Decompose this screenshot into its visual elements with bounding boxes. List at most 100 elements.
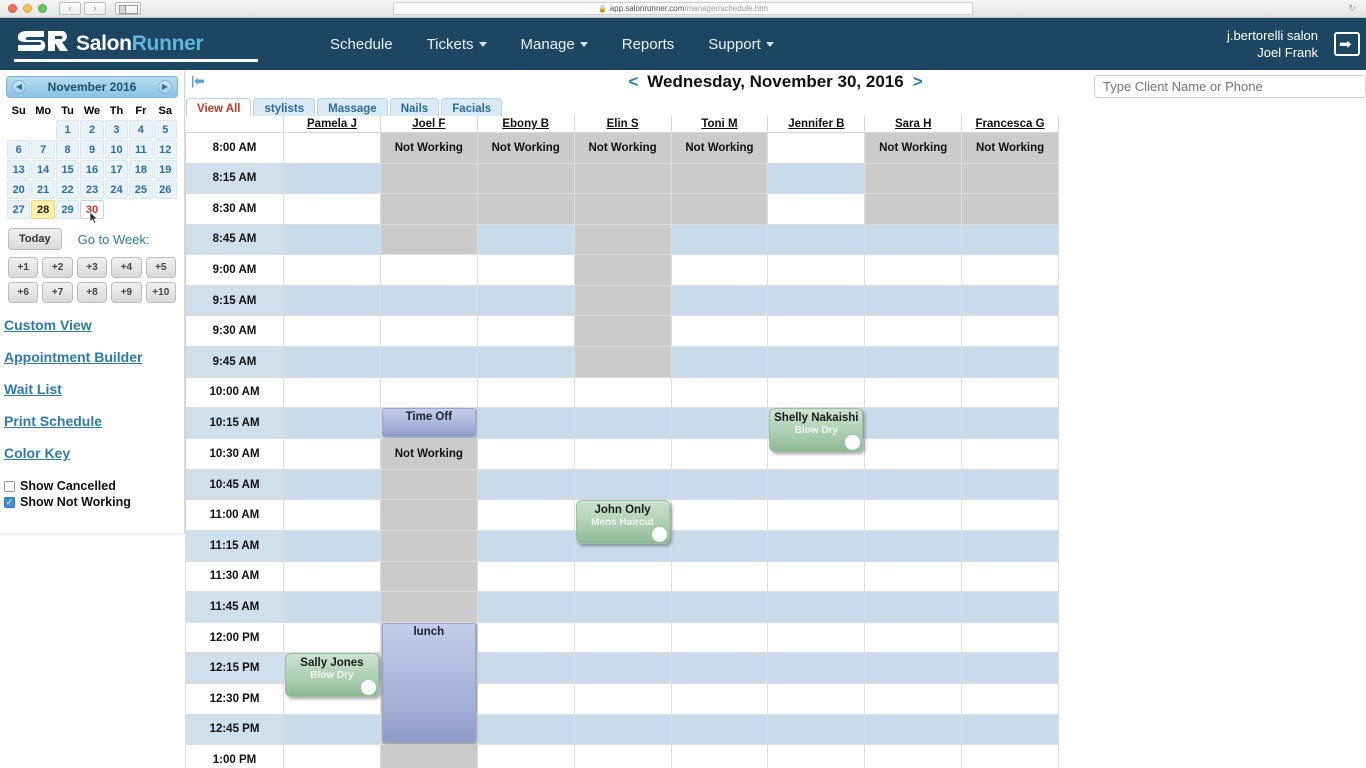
calendar-day-3[interactable]: 3: [104, 120, 129, 139]
window-controls[interactable]: [0, 4, 47, 13]
schedule-cell[interactable]: [767, 744, 866, 768]
schedule-cell[interactable]: [670, 591, 769, 623]
salonrunner-logo[interactable]: SalonRunner: [0, 29, 300, 62]
calendar-day-14[interactable]: 14: [31, 160, 55, 179]
schedule-cell[interactable]: [767, 315, 866, 348]
calendar-day-7[interactable]: 7: [31, 140, 55, 159]
schedule-cell[interactable]: [476, 713, 575, 746]
schedule-cell[interactable]: [961, 591, 1059, 623]
schedule-cell[interactable]: [864, 162, 963, 195]
schedule-cell[interactable]: Shelly Nakaishi Blow Dry: [767, 407, 866, 453]
schedule-cell[interactable]: [476, 437, 575, 470]
schedule-cell[interactable]: [767, 499, 866, 532]
schedule-cell[interactable]: [767, 683, 866, 715]
schedule-cell[interactable]: [961, 162, 1059, 195]
schedule-cell[interactable]: [573, 713, 672, 746]
today-button[interactable]: Today: [8, 228, 62, 250]
schedule-cell[interactable]: [476, 560, 575, 593]
schedule-cell[interactable]: [864, 315, 963, 348]
schedule-cell[interactable]: [283, 284, 381, 317]
schedule-cell[interactable]: [476, 530, 575, 562]
schedule-cell[interactable]: [283, 591, 381, 623]
schedule-cell[interactable]: [864, 284, 963, 317]
schedule-cell[interactable]: [476, 499, 575, 532]
schedule-cell[interactable]: [670, 407, 769, 439]
next-day-button[interactable]: >: [913, 72, 923, 92]
schedule-cell[interactable]: [670, 530, 769, 562]
schedule-cell[interactable]: [670, 193, 769, 225]
calendar-day-8[interactable]: 8: [55, 140, 80, 159]
schedule-cell[interactable]: [379, 591, 478, 623]
schedule-cell[interactable]: [476, 162, 575, 195]
schedule-cell[interactable]: [283, 560, 381, 593]
schedule-cell[interactable]: [670, 683, 769, 715]
schedule-cell[interactable]: [670, 315, 769, 348]
calendar-day-19[interactable]: 19: [153, 160, 177, 179]
schedule-cell[interactable]: [864, 560, 963, 593]
schedule-cell[interactable]: [864, 437, 963, 470]
schedule-cell[interactable]: [864, 499, 963, 532]
week-jump-button-plus9[interactable]: +9: [111, 282, 142, 303]
schedule-cell[interactable]: [961, 407, 1059, 439]
schedule-cell[interactable]: John Only Mens Haircut: [573, 499, 672, 545]
schedule-cell[interactable]: [379, 346, 478, 378]
schedule-cell[interactable]: [961, 284, 1059, 317]
reload-icon[interactable]: ↻: [1348, 3, 1356, 14]
schedule-cell[interactable]: [476, 193, 575, 225]
schedule-cell[interactable]: [476, 652, 575, 684]
schedule-cell[interactable]: [283, 315, 381, 348]
schedule-cell[interactable]: [283, 131, 381, 164]
nav-item-tickets[interactable]: Tickets: [427, 36, 487, 53]
schedule-cell[interactable]: Not Working: [379, 437, 478, 470]
schedule-cell[interactable]: [379, 193, 478, 225]
calendar-day-25[interactable]: 25: [129, 180, 153, 199]
schedule-cell[interactable]: [961, 315, 1059, 348]
schedule-cell[interactable]: [864, 530, 963, 562]
schedule-cell[interactable]: [283, 376, 381, 409]
schedule-cell[interactable]: [864, 744, 963, 768]
schedule-cell[interactable]: Not Working: [379, 131, 478, 164]
schedule-cell[interactable]: [283, 499, 381, 532]
calendar-day-17[interactable]: 17: [104, 160, 129, 179]
week-jump-button-plus10[interactable]: +10: [145, 282, 176, 303]
schedule-cell[interactable]: [767, 468, 866, 501]
schedule-cell[interactable]: [670, 713, 769, 746]
schedule-cell[interactable]: [670, 652, 769, 684]
stylist-column-header-ebony-b[interactable]: Ebony B: [476, 116, 575, 133]
schedule-cell[interactable]: Not Working: [476, 131, 575, 164]
nav-item-manage[interactable]: Manage: [521, 36, 588, 53]
sidebar-link-print-schedule[interactable]: Print Schedule: [4, 413, 178, 429]
schedule-cell[interactable]: lunch: [379, 621, 478, 744]
schedule-cell[interactable]: [864, 621, 963, 654]
schedule-cell[interactable]: [767, 223, 866, 256]
schedule-cell[interactable]: [670, 162, 769, 195]
appointment-block[interactable]: Sally Jones Blow Dry: [285, 653, 379, 698]
calendar-next-month-button[interactable]: ▶: [158, 80, 172, 94]
schedule-cell[interactable]: [864, 591, 963, 623]
appointment-block[interactable]: John Only Mens Haircut: [575, 500, 670, 545]
schedule-cell[interactable]: [379, 162, 478, 195]
schedule-cell[interactable]: Time Off: [379, 407, 478, 439]
calendar-day-1[interactable]: 1: [55, 120, 80, 139]
previous-day-button[interactable]: <: [628, 72, 638, 92]
calendar-day-12[interactable]: 12: [153, 140, 177, 159]
schedule-cell[interactable]: [573, 652, 672, 684]
schedule-cell[interactable]: [670, 284, 769, 317]
calendar-day-10[interactable]: 10: [104, 140, 129, 159]
calendar-day-11[interactable]: 11: [129, 140, 153, 159]
schedule-cell[interactable]: [767, 652, 866, 684]
schedule-cell[interactable]: [961, 560, 1059, 593]
calendar-day-4[interactable]: 4: [129, 120, 153, 139]
stylist-column-header-joel-f[interactable]: Joel F: [379, 116, 478, 133]
schedule-cell[interactable]: [961, 652, 1059, 684]
schedule-cell[interactable]: [864, 468, 963, 501]
schedule-cell[interactable]: [283, 346, 381, 378]
schedule-cell[interactable]: [961, 346, 1059, 378]
schedule-cell[interactable]: [864, 713, 963, 746]
schedule-cell[interactable]: [961, 744, 1059, 768]
stylist-column-header-elin-s[interactable]: Elin S: [573, 116, 672, 133]
schedule-cell[interactable]: [283, 744, 381, 768]
calendar-day-13[interactable]: 13: [7, 160, 31, 179]
schedule-cell[interactable]: [670, 376, 769, 409]
logout-icon[interactable]: ➡: [1334, 32, 1360, 56]
